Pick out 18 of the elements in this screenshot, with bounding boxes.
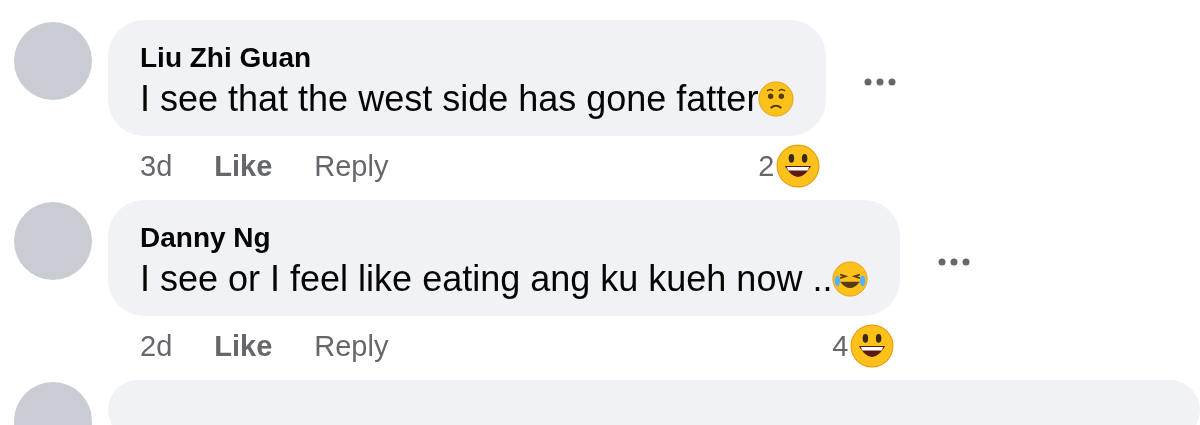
like-link[interactable]: Like <box>214 149 273 183</box>
author-name[interactable]: Liu Zhi Guan <box>140 42 795 74</box>
grinning-face-icon <box>850 324 895 368</box>
more-options-icon[interactable] <box>864 78 897 86</box>
comment-text: I see that the west side has gone fatter <box>140 78 795 120</box>
author-name[interactable]: Danny Ng <box>140 222 869 254</box>
reply-link[interactable]: Reply <box>314 149 389 183</box>
reaction-count[interactable]: 4 <box>832 329 849 363</box>
worried-face-icon <box>758 81 795 117</box>
like-link[interactable]: Like <box>214 329 273 363</box>
comment-time[interactable]: 2d <box>140 329 173 363</box>
grinning-face-icon <box>776 144 821 188</box>
more-options-icon[interactable] <box>938 258 971 266</box>
comment-time[interactable]: 3d <box>140 149 173 183</box>
reply-link[interactable]: Reply <box>314 329 389 363</box>
laughing-face-icon <box>832 261 869 297</box>
comment-text: I see or I feel like eating ang ku kueh now .. <box>140 258 869 300</box>
reaction-count[interactable]: 2 <box>758 149 775 183</box>
